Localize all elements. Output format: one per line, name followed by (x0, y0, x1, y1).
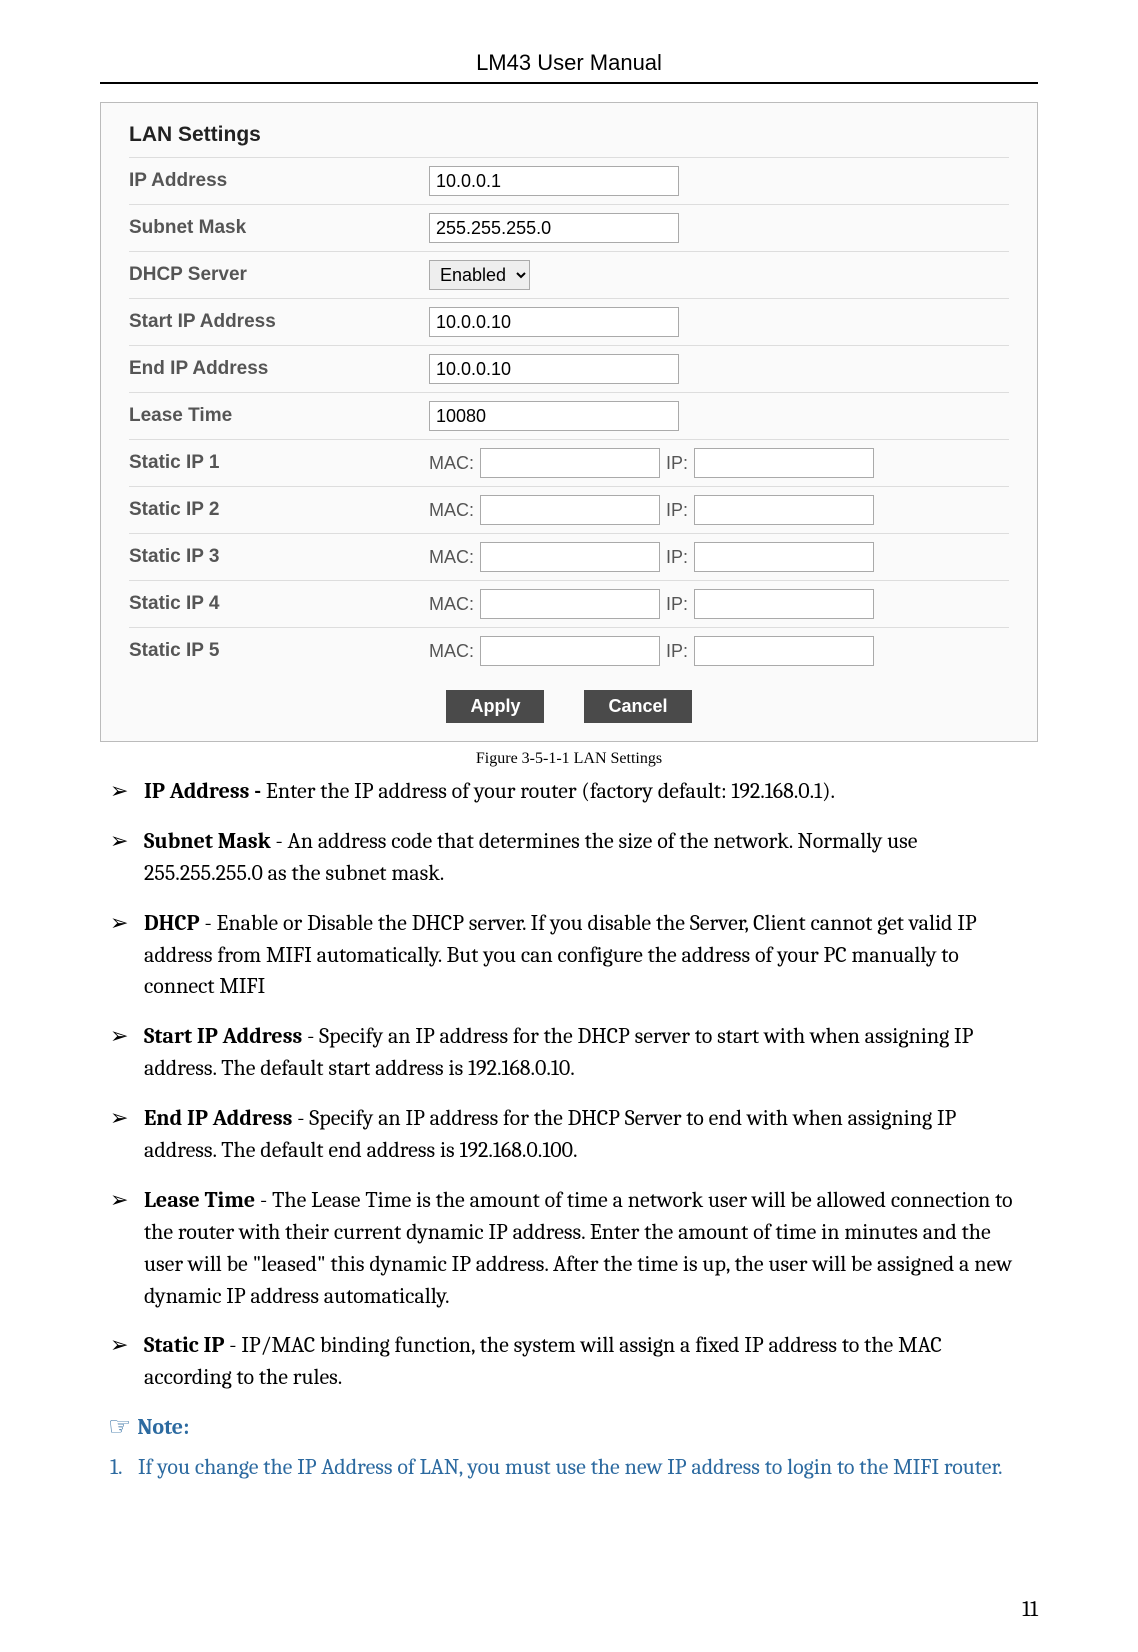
note-heading: ☞ Note: (108, 1412, 1038, 1442)
bullet-list: ➢ IP Address - Enter the IP address of y… (110, 776, 1028, 1394)
label-static-ip-1: Static IP 1 (129, 452, 429, 474)
ip-label-3: IP: (666, 547, 688, 568)
input-mac-1[interactable] (480, 448, 660, 478)
input-subnet-mask[interactable] (429, 213, 679, 243)
mac-label-2: MAC: (429, 500, 474, 521)
label-ip-address: IP Address (129, 170, 429, 192)
row-subnet-mask: Subnet Mask (129, 204, 1009, 251)
bullet-text: - Enable or Disable the DHCP server. If … (144, 910, 977, 1000)
input-ip-address[interactable] (429, 166, 679, 196)
bullet-text: - IP/MAC binding function, the system wi… (144, 1332, 942, 1390)
note-list: 1.If you change the IP Address of LAN, y… (110, 1452, 1038, 1484)
row-static-ip-1: Static IP 1 MAC: IP: (129, 439, 1009, 486)
lan-settings-panel: LAN Settings IP Address Subnet Mask DHCP… (100, 102, 1038, 742)
input-ip-5[interactable] (694, 636, 874, 666)
bullet-term: Start IP Address (144, 1023, 302, 1049)
label-static-ip-5: Static IP 5 (129, 640, 429, 662)
row-start-ip: Start IP Address (129, 298, 1009, 345)
row-static-ip-5: Static IP 5 MAC: IP: (129, 627, 1009, 674)
label-static-ip-3: Static IP 3 (129, 546, 429, 568)
input-mac-3[interactable] (480, 542, 660, 572)
label-dhcp-server: DHCP Server (129, 264, 429, 286)
note-number: 1. (110, 1452, 138, 1484)
bullet-text: - The Lease Time is the amount of time a… (144, 1187, 1013, 1309)
triangle-bullet-icon: ➢ (110, 908, 144, 940)
ip-label-2: IP: (666, 500, 688, 521)
bullet-end-ip: ➢ End IP Address - Specify an IP address… (110, 1103, 1028, 1167)
mac-label-3: MAC: (429, 547, 474, 568)
triangle-bullet-icon: ➢ (110, 1103, 144, 1135)
row-static-ip-4: Static IP 4 MAC: IP: (129, 580, 1009, 627)
triangle-bullet-icon: ➢ (110, 776, 144, 808)
bullet-term: Subnet Mask (144, 828, 271, 854)
bullet-term: Lease Time (144, 1187, 255, 1213)
triangle-bullet-icon: ➢ (110, 1330, 144, 1362)
input-ip-4[interactable] (694, 589, 874, 619)
bullet-text: Enter the IP address of your router (fac… (261, 778, 835, 804)
mac-label-4: MAC: (429, 594, 474, 615)
row-static-ip-2: Static IP 2 MAC: IP: (129, 486, 1009, 533)
bullet-term: End IP Address (144, 1105, 292, 1131)
bullet-lease-time: ➢ Lease Time - The Lease Time is the amo… (110, 1185, 1028, 1313)
label-static-ip-4: Static IP 4 (129, 593, 429, 615)
triangle-bullet-icon: ➢ (110, 1185, 144, 1217)
row-static-ip-3: Static IP 3 MAC: IP: (129, 533, 1009, 580)
input-ip-1[interactable] (694, 448, 874, 478)
ip-label-5: IP: (666, 641, 688, 662)
input-start-ip[interactable] (429, 307, 679, 337)
bullet-dhcp: ➢ DHCP - Enable or Disable the DHCP serv… (110, 908, 1028, 1004)
button-row: Apply Cancel (129, 674, 1009, 723)
label-end-ip: End IP Address (129, 358, 429, 380)
row-dhcp-server: DHCP Server Enabled (129, 251, 1009, 298)
mac-label-5: MAC: (429, 641, 474, 662)
row-lease-time: Lease Time (129, 392, 1009, 439)
cancel-button[interactable]: Cancel (584, 690, 691, 723)
input-mac-4[interactable] (480, 589, 660, 619)
input-lease-time[interactable] (429, 401, 679, 431)
page-number: 11 (1022, 1596, 1038, 1622)
apply-button[interactable]: Apply (446, 690, 544, 723)
note-label: Note: (137, 1414, 189, 1440)
row-end-ip: End IP Address (129, 345, 1009, 392)
label-static-ip-2: Static IP 2 (129, 499, 429, 521)
triangle-bullet-icon: ➢ (110, 826, 144, 858)
label-subnet-mask: Subnet Mask (129, 217, 429, 239)
bullet-term: IP Address - (144, 778, 261, 804)
input-mac-5[interactable] (480, 636, 660, 666)
triangle-bullet-icon: ➢ (110, 1021, 144, 1053)
label-start-ip: Start IP Address (129, 311, 429, 333)
panel-title: LAN Settings (129, 117, 1009, 157)
mac-label-1: MAC: (429, 453, 474, 474)
note-text: If you change the IP Address of LAN, you… (138, 1454, 1003, 1480)
row-ip-address: IP Address (129, 157, 1009, 204)
input-ip-2[interactable] (694, 495, 874, 525)
page-header-title: LM43 User Manual (100, 50, 1038, 84)
note-item-1: 1.If you change the IP Address of LAN, y… (110, 1452, 1038, 1484)
label-lease-time: Lease Time (129, 405, 429, 427)
ip-label-1: IP: (666, 453, 688, 474)
bullet-term: Static IP (144, 1332, 224, 1358)
bullet-term: DHCP (144, 910, 200, 936)
bullet-ip-address: ➢ IP Address - Enter the IP address of y… (110, 776, 1028, 808)
bullet-static-ip: ➢ Static IP - IP/MAC binding function, t… (110, 1330, 1028, 1394)
figure-caption: Figure 3-5-1-1 LAN Settings (100, 750, 1038, 768)
input-end-ip[interactable] (429, 354, 679, 384)
bullet-subnet-mask: ➢ Subnet Mask - An address code that det… (110, 826, 1028, 890)
input-mac-2[interactable] (480, 495, 660, 525)
bullet-start-ip: ➢ Start IP Address - Specify an IP addre… (110, 1021, 1028, 1085)
select-dhcp-server[interactable]: Enabled (429, 260, 530, 290)
pointing-hand-icon: ☞ (108, 1412, 131, 1442)
ip-label-4: IP: (666, 594, 688, 615)
input-ip-3[interactable] (694, 542, 874, 572)
